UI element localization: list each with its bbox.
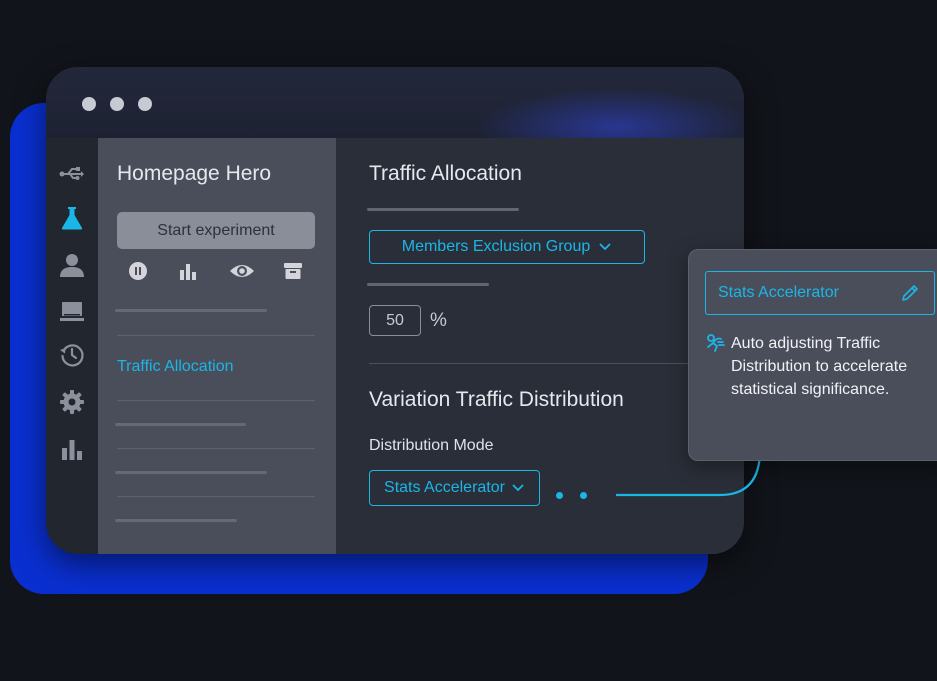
separator bbox=[117, 400, 315, 401]
exclusion-group-label: Members Exclusion Group bbox=[401, 238, 591, 255]
distribution-mode-value: Stats Accelerator bbox=[384, 479, 505, 496]
exclusion-group-dropdown[interactable]: Members Exclusion Group bbox=[369, 230, 645, 264]
separator bbox=[117, 496, 315, 497]
window-control-dot[interactable] bbox=[138, 97, 152, 111]
placeholder-line bbox=[367, 283, 489, 286]
separator bbox=[117, 448, 315, 449]
accelerator-icon bbox=[705, 333, 725, 353]
history-icon[interactable] bbox=[59, 342, 85, 368]
distribution-mode-select[interactable]: Stats Accelerator bbox=[369, 470, 540, 506]
traffic-allocation-title: Traffic Allocation bbox=[369, 162, 522, 185]
placeholder-line bbox=[115, 423, 246, 426]
placeholder-line bbox=[115, 519, 237, 522]
eye-icon[interactable] bbox=[229, 260, 255, 282]
start-experiment-button[interactable]: Start experiment bbox=[117, 212, 315, 249]
placeholder-line bbox=[367, 208, 519, 211]
icon-rail bbox=[46, 138, 98, 554]
bar-chart-icon[interactable] bbox=[177, 260, 199, 282]
connector-dot bbox=[580, 492, 587, 499]
flask-icon[interactable] bbox=[59, 205, 85, 231]
connector-dot bbox=[556, 492, 563, 499]
chevron-down-icon bbox=[599, 243, 611, 251]
variation-distribution-title: Variation Traffic Distribution bbox=[369, 388, 624, 411]
window-control-dot[interactable] bbox=[82, 97, 96, 111]
archive-icon[interactable] bbox=[282, 260, 304, 282]
placeholder-line bbox=[115, 471, 267, 474]
user-icon[interactable] bbox=[59, 252, 85, 278]
placeholder-line bbox=[115, 309, 267, 312]
percent-unit: % bbox=[430, 310, 447, 331]
separator bbox=[117, 335, 315, 336]
monitor-icon[interactable] bbox=[59, 298, 85, 324]
chevron-down-icon bbox=[512, 484, 524, 492]
window-control-dot[interactable] bbox=[110, 97, 124, 111]
pencil-icon[interactable] bbox=[900, 283, 920, 303]
pause-icon[interactable] bbox=[127, 260, 149, 282]
traffic-percent-input[interactable]: 50 bbox=[369, 305, 421, 336]
stats-accelerator-field-value: Stats Accelerator bbox=[718, 284, 839, 301]
app-window: Homepage Hero Start experiment Traffic A… bbox=[46, 67, 744, 554]
bar-chart-icon[interactable] bbox=[59, 436, 85, 462]
stats-accelerator-field[interactable]: Stats Accelerator bbox=[705, 271, 935, 315]
experiment-sidebar: Homepage Hero Start experiment Traffic A… bbox=[98, 138, 336, 554]
popover-description: Auto adjusting Traffic Distribution to a… bbox=[731, 335, 908, 398]
distribution-mode-label: Distribution Mode bbox=[369, 437, 494, 454]
sidebar-item-traffic-allocation[interactable]: Traffic Allocation bbox=[117, 358, 234, 376]
gear-icon[interactable] bbox=[59, 389, 85, 415]
main-panel: Traffic Allocation Members Exclusion Gro… bbox=[336, 138, 744, 554]
usb-icon[interactable] bbox=[59, 161, 85, 187]
window-titlebar bbox=[46, 67, 744, 167]
experiment-title: Homepage Hero bbox=[117, 162, 272, 185]
stats-accelerator-popover: Stats Accelerator Auto adjusting Traffic… bbox=[688, 249, 937, 461]
